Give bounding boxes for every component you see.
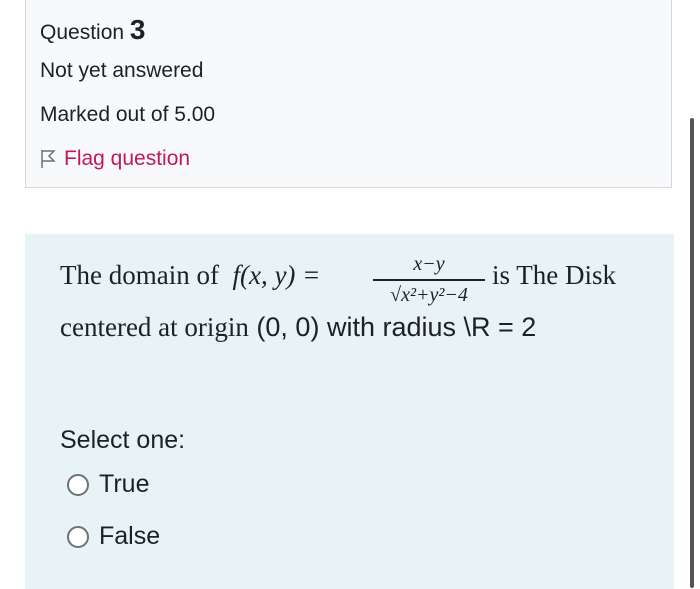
question-formulation: The domain of f(x, y) = x−y √x²+y²−4 is … [25,234,674,589]
fraction-denominator: √x²+y²−4 [390,283,468,306]
question-text-tail: is The Disk [492,260,617,290]
question-text-line-2: centered at origin (0, 0) with radius \R… [60,312,536,343]
question-info-panel: Question 3 Not yet answered Marked out o… [25,0,672,188]
answer-option-false[interactable]: False [67,522,160,551]
fraction-bar [373,279,485,281]
flag-question-link[interactable]: Flag question [40,147,190,171]
question-text-line-1: The domain of f(x, y) = [60,260,320,291]
function-expression: f(x, y) = [232,260,321,290]
fraction-numerator: x−y [413,253,445,275]
question-number: Question 3 [40,14,145,46]
separator [25,188,674,234]
answer-option-true[interactable]: True [67,470,149,499]
flag-question-label: Flag question [64,147,191,170]
radio-button-false[interactable] [67,525,89,548]
fraction: x−y √x²+y²−4 [373,253,485,307]
question-text-line-2-serif: centered at origin [60,312,249,342]
flag-icon [41,150,56,168]
question-text-line-2-sans: (0, 0) with radius \R = 2 [248,312,537,342]
select-one-prompt: Select one: [60,426,186,454]
question-text-intro: The domain of [60,260,219,290]
answer-option-label: False [99,522,161,550]
radio-button-true[interactable] [67,473,89,496]
question-grade: Marked out of 5.00 [40,103,216,126]
answer-option-label: True [99,470,150,498]
question-label: Question [40,21,125,44]
question-number-value: 3 [129,14,146,45]
question-state: Not yet answered [40,59,204,82]
scrollbar[interactable] [690,118,694,588]
